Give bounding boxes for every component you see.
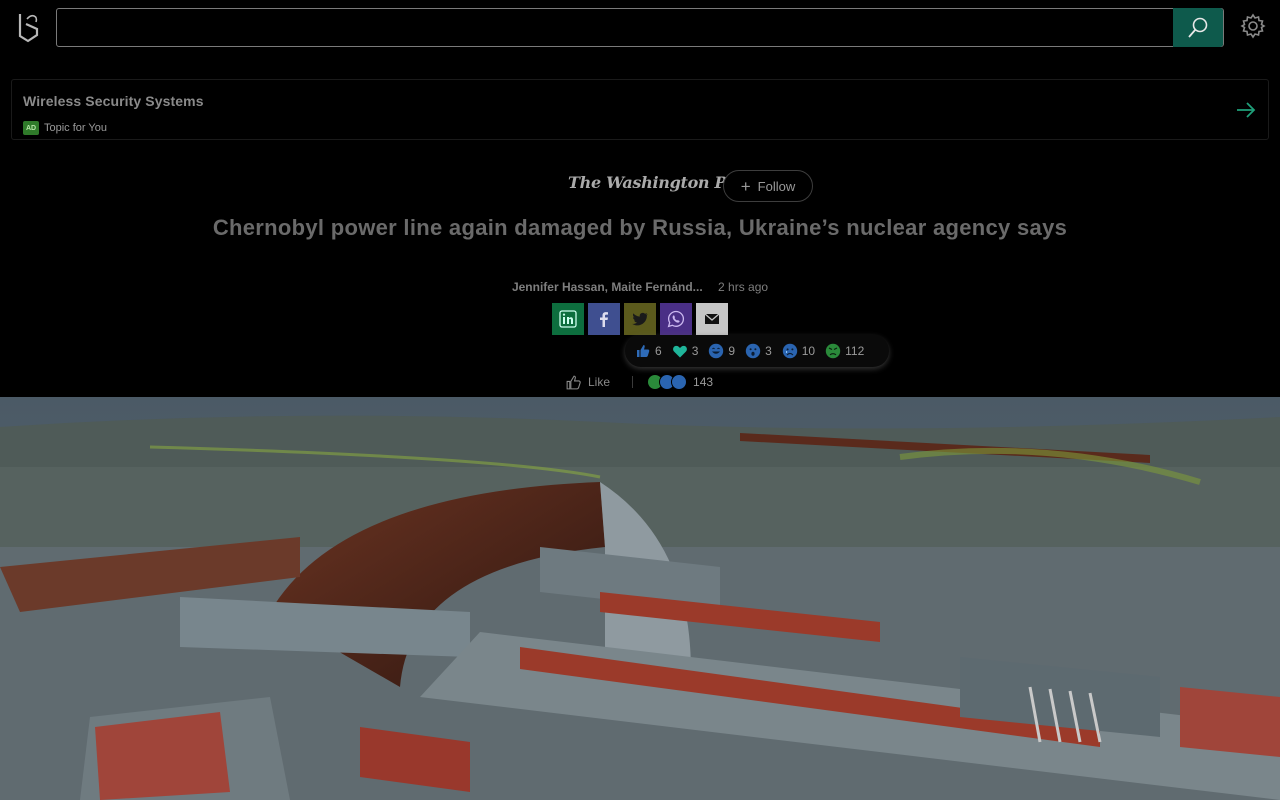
ad-badge: AD: [23, 121, 39, 135]
reaction-laugh[interactable]: 9: [708, 343, 735, 359]
reaction-like-count: 6: [655, 344, 662, 358]
topic-card[interactable]: Wireless Security Systems AD Topic for Y…: [11, 79, 1269, 140]
laugh-emoji-icon: [671, 374, 688, 390]
like-label: Like: [588, 375, 611, 389]
search-input[interactable]: [65, 9, 1165, 46]
angry-emoji-icon: [825, 343, 841, 359]
reaction-summary-icons[interactable]: [647, 374, 688, 390]
reaction-angry-count: 112: [845, 344, 865, 358]
top-bar: [0, 0, 1280, 56]
article-hero-image: [0, 397, 1280, 800]
sad-emoji-icon: [782, 343, 797, 359]
follow-label: Follow: [757, 178, 796, 194]
facebook-icon: [600, 312, 608, 327]
reaction-laugh-count: 9: [728, 344, 736, 358]
reaction-heart-count: 3: [691, 344, 699, 358]
reaction-heart[interactable]: 3: [672, 343, 699, 359]
reaction-sad[interactable]: 10: [782, 343, 815, 359]
linkedin-icon: [559, 310, 577, 328]
search-icon: [1188, 17, 1208, 38]
reaction-surprised-count: 3: [765, 344, 772, 358]
topic-title: Wireless Security Systems: [23, 93, 204, 109]
search-box: [56, 8, 1224, 47]
share-linkedin-button[interactable]: [552, 303, 584, 335]
gear-icon[interactable]: [1240, 13, 1266, 39]
reaction-popup: 6 3 9 3 10 112: [625, 335, 889, 367]
laugh-emoji-icon: [709, 343, 724, 359]
article-headline: Chernobyl power line again damaged by Ru…: [212, 215, 1068, 240]
like-row: Like 143: [565, 372, 713, 392]
divider: [632, 376, 634, 388]
topic-subtitle: Topic for You: [44, 122, 107, 134]
reaction-surprised[interactable]: 3: [745, 343, 772, 359]
arrow-right-icon[interactable]: [1234, 98, 1258, 122]
plus-icon: +: [740, 176, 751, 196]
chernobyl-plant-photo: [0, 397, 1280, 800]
reaction-angry[interactable]: 112: [825, 343, 864, 359]
follow-button[interactable]: + Follow: [723, 170, 813, 202]
email-icon: [704, 313, 720, 324]
reaction-sad-count: 10: [801, 344, 816, 358]
byline: Jennifer Hassan, Maite Fernánd... 2 hrs …: [0, 280, 1280, 294]
twitter-icon: [632, 312, 648, 326]
share-twitter-button[interactable]: [624, 303, 656, 335]
thumbs-up-outline-icon: [566, 375, 581, 389]
share-whatsapp-button[interactable]: [660, 303, 692, 335]
search-button[interactable]: [1173, 8, 1223, 47]
bing-logo-icon[interactable]: [14, 10, 44, 44]
share-facebook-button[interactable]: [588, 303, 620, 335]
share-email-button[interactable]: [696, 303, 728, 335]
article-time: 2 hrs ago: [718, 280, 769, 294]
whatsapp-icon: [667, 310, 685, 328]
reaction-like[interactable]: 6: [635, 343, 662, 359]
surprised-emoji-icon: [745, 343, 761, 359]
heart-icon: [672, 345, 687, 358]
like-button[interactable]: Like: [565, 374, 610, 391]
thumbs-up-icon: [637, 345, 650, 357]
reaction-total[interactable]: 143: [693, 375, 713, 389]
article-authors[interactable]: Jennifer Hassan, Maite Fernánd...: [512, 280, 703, 294]
share-row: [552, 303, 728, 335]
